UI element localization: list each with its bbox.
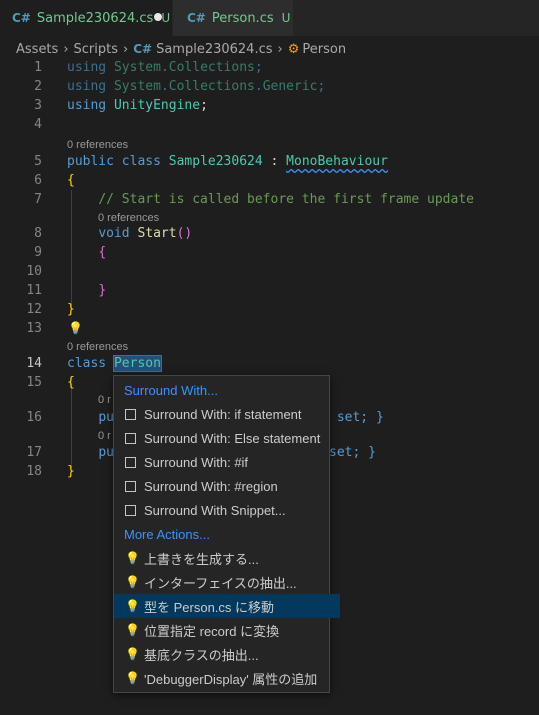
lightbulb-icon[interactable]: 💡: [68, 319, 83, 338]
code-line: 13 💡: [0, 319, 539, 338]
csharp-icon: C#: [12, 11, 31, 25]
code-actions-menu: Surround With... Surround With: if state…: [113, 375, 340, 693]
snippet-icon: [125, 456, 136, 468]
line-number: 15: [26, 375, 42, 390]
untracked-badge: U: [281, 11, 291, 25]
lightbulb-icon: 💡: [125, 551, 140, 565]
code-line: 7 // Start is called before the first fr…: [0, 190, 539, 209]
selected-symbol: Person: [112, 355, 162, 372]
tab-sample230624[interactable]: C# Sample230624.cs U: [0, 0, 172, 36]
code-line: 4: [0, 115, 539, 134]
more-actions-heading: More Actions...: [124, 526, 210, 542]
line-number: 10: [26, 264, 42, 279]
code-line: 2 using System.Collections.Generic;: [0, 77, 539, 96]
lightbulb-icon: 💡: [125, 647, 140, 661]
code-line: 1 using System.Collections;: [0, 58, 539, 77]
code-line: 3 using UnityEngine;: [0, 96, 539, 115]
line-number: 2: [34, 79, 42, 94]
line-number: 3: [34, 98, 42, 113]
unsaved-dot-icon[interactable]: [154, 13, 162, 21]
line-number: 7: [34, 192, 42, 207]
line-number: 4: [34, 117, 42, 132]
menu-item-surround-snippet[interactable]: Surround With Snippet...: [114, 498, 340, 522]
breadcrumb: Assets › Scripts › C# Sample230624.cs › …: [16, 38, 346, 60]
code-line: 12 }: [0, 300, 539, 319]
lightbulb-icon: 💡: [125, 623, 140, 637]
code-line: 9 {: [0, 243, 539, 262]
lightbulb-icon: 💡: [125, 599, 140, 613]
snippet-icon: [125, 408, 136, 420]
line-number: 6: [34, 173, 42, 188]
codelens-references[interactable]: 0 references: [98, 211, 159, 225]
chevron-right-icon: ›: [63, 41, 69, 57]
chevron-right-icon: ›: [123, 41, 129, 57]
menu-item-convert-record[interactable]: 💡 位置指定 record に変換: [114, 618, 340, 642]
line-number: 18: [26, 464, 42, 479]
lightbulb-icon: 💡: [125, 575, 140, 589]
breadcrumb-scripts[interactable]: Scripts: [74, 42, 118, 57]
codelens-references[interactable]: 0 r: [98, 429, 111, 443]
menu-item-move-type[interactable]: 💡 型を Person.cs に移動: [114, 594, 340, 618]
menu-item-debugger-display[interactable]: 💡 'DebuggerDisplay' 属性の追加: [114, 666, 340, 690]
tab-person[interactable]: C# Person.cs U: [173, 0, 293, 36]
tab-label: Person.cs: [211, 10, 274, 26]
code-line: 14 class Person: [0, 354, 539, 373]
breadcrumb-file[interactable]: Sample230624.cs: [156, 42, 272, 57]
code-line: 8 void Start(): [0, 224, 539, 243]
codelens-references[interactable]: 0 references: [67, 340, 128, 354]
codelens-references[interactable]: 0 r: [98, 393, 111, 407]
code-line: 11 }: [0, 281, 539, 300]
untracked-badge: U: [161, 11, 171, 25]
line-number: 12: [26, 302, 42, 317]
code-line: 10: [0, 262, 539, 281]
line-number: 1: [34, 60, 42, 75]
menu-item-surround-if[interactable]: Surround With: if statement: [114, 402, 340, 426]
snippet-icon: [125, 480, 136, 492]
menu-item-generate-overrides[interactable]: 💡 上書きを生成する...: [114, 546, 340, 570]
line-number: 17: [26, 445, 42, 460]
chevron-right-icon: ›: [277, 41, 283, 57]
line-number: 5: [34, 154, 42, 169]
csharp-icon: C#: [187, 11, 206, 25]
code-line: 5 public class Sample230624 : MonoBehavi…: [0, 152, 539, 171]
tab-bar: C# Sample230624.cs U C# Person.cs U: [0, 0, 539, 36]
line-number: 14: [26, 356, 42, 371]
menu-item-surround-ifdef[interactable]: Surround With: #if: [114, 450, 340, 474]
menu-item-surround-region[interactable]: Surround With: #region: [114, 474, 340, 498]
surround-with-heading: Surround With...: [124, 382, 218, 398]
line-number: 13: [26, 321, 42, 336]
snippet-icon: [125, 504, 136, 516]
codelens-references[interactable]: 0 references: [67, 138, 128, 152]
line-number: 16: [26, 410, 42, 425]
csharp-icon: C#: [133, 42, 153, 56]
tab-label: Sample230624.cs: [36, 10, 154, 26]
line-number: 9: [34, 245, 42, 260]
code-line: 6 {: [0, 171, 539, 190]
snippet-icon: [125, 432, 136, 444]
class-icon: ⚙: [287, 41, 300, 57]
breadcrumb-assets[interactable]: Assets: [16, 42, 58, 57]
menu-item-extract-base-class[interactable]: 💡 基底クラスの抽出...: [114, 642, 340, 666]
menu-item-surround-else[interactable]: Surround With: Else statement: [114, 426, 340, 450]
breadcrumb-class[interactable]: Person: [302, 42, 346, 57]
lightbulb-icon: 💡: [125, 671, 140, 685]
line-number: 11: [26, 283, 42, 298]
menu-item-extract-interface[interactable]: 💡 インターフェイスの抽出...: [114, 570, 340, 594]
line-number: 8: [34, 226, 42, 241]
